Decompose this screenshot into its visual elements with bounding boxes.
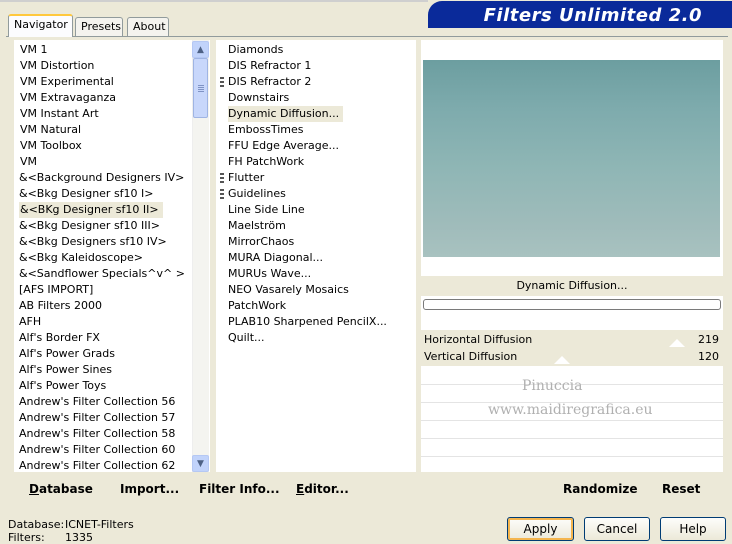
category-item[interactable]: &<BKg Designer sf10 II>: [19, 202, 163, 218]
scrollbar-thumb[interactable]: [193, 58, 208, 118]
tab-divider: [6, 36, 728, 37]
scroll-up-button[interactable]: ▲: [192, 41, 209, 58]
reset-button[interactable]: Reset: [662, 482, 700, 496]
title-bar-line: [0, 0, 428, 2]
database-button[interactable]: Database: [29, 482, 93, 496]
filter-item[interactable]: FFU Edge Average...: [228, 138, 339, 154]
filter-item[interactable]: Downstairs: [228, 90, 289, 106]
tab-about[interactable]: About: [127, 17, 169, 36]
tab-presets[interactable]: Presets: [75, 17, 123, 36]
filter-info-button[interactable]: Filter Info...: [199, 482, 280, 496]
category-item[interactable]: VM Experimental: [20, 74, 114, 90]
category-item[interactable]: &<Bkg Kaleidoscope>: [19, 250, 143, 266]
filters-count-label: Filters:: [8, 531, 45, 544]
filter-item[interactable]: Maelström: [228, 218, 286, 234]
database-value: ICNET-Filters: [65, 518, 134, 531]
filter-item[interactable]: DIS Refractor 2: [228, 74, 311, 90]
category-item[interactable]: &<Bkg Designers sf10 IV>: [19, 234, 167, 250]
editor-button[interactable]: Editor...: [296, 482, 349, 496]
category-item[interactable]: Andrew's Filter Collection 57: [19, 410, 175, 426]
import-button[interactable]: Import...: [120, 482, 179, 496]
filter-item[interactable]: NEO Vasarely Mosaics: [228, 282, 349, 298]
chevron-down-icon: ▼: [197, 458, 204, 469]
filter-item[interactable]: EmbossTimes: [228, 122, 304, 138]
category-item[interactable]: VM: [20, 154, 37, 170]
category-item[interactable]: Andrew's Filter Collection 56: [19, 394, 175, 410]
current-filter-label: Dynamic Diffusion...: [421, 276, 723, 296]
param-value: 120: [698, 350, 719, 363]
category-item[interactable]: VM Natural: [20, 122, 81, 138]
filter-item[interactable]: Line Side Line: [228, 202, 305, 218]
category-item[interactable]: [AFS IMPORT]: [19, 282, 93, 298]
preview-image: [423, 60, 720, 257]
category-item[interactable]: Alf's Border FX: [19, 330, 100, 346]
filter-item[interactable]: Flutter: [228, 170, 264, 186]
category-item[interactable]: VM 1: [20, 42, 48, 58]
database-label: Database:: [8, 518, 65, 531]
slider-thumb[interactable]: [554, 356, 570, 364]
filter-item[interactable]: Quilt...: [228, 330, 265, 346]
filter-item[interactable]: FH PatchWork: [228, 154, 304, 170]
category-item[interactable]: AB Filters 2000: [19, 298, 102, 314]
chevron-up-icon: ▲: [197, 44, 204, 55]
filter-item[interactable]: Dynamic Diffusion...: [228, 106, 344, 122]
filter-marker-icon: [220, 173, 224, 184]
progress-bar: [423, 299, 721, 310]
filter-item[interactable]: MirrorChaos: [228, 234, 294, 250]
category-item[interactable]: Alf's Power Grads: [19, 346, 115, 362]
filter-list[interactable]: Diamonds DIS Refractor 1 DIS Refractor 2 Do…: [216, 40, 416, 472]
slider-thumb[interactable]: [669, 339, 685, 347]
category-item[interactable]: &<Bkg Designer sf10 I>: [19, 186, 154, 202]
watermark-name: Pinuccia: [522, 378, 583, 394]
filter-item[interactable]: PatchWork: [228, 298, 286, 314]
watermark-url: www.maidiregrafica.eu: [488, 402, 653, 418]
category-item[interactable]: VM Extravaganza: [20, 90, 116, 106]
filter-marker-icon: [220, 189, 224, 200]
category-item[interactable]: Alf's Power Sines: [19, 362, 112, 378]
param-value: 219: [698, 333, 719, 346]
filter-item[interactable]: Guidelines: [228, 186, 286, 202]
filter-item[interactable]: PLAB10 Sharpened PencilX...: [228, 314, 387, 330]
category-item[interactable]: &<Bkg Designer sf10 III>: [19, 218, 160, 234]
help-button[interactable]: Help: [660, 517, 726, 541]
category-item[interactable]: Andrew's Filter Collection 60: [19, 442, 175, 458]
category-list[interactable]: VM 1 VM Distortion VM Experimental VM Extra…: [14, 40, 210, 472]
cancel-button[interactable]: Cancel: [584, 517, 650, 541]
slider-vertical-diffusion[interactable]: Vertical Diffusion 120: [421, 348, 723, 365]
category-item[interactable]: VM Instant Art: [20, 106, 99, 122]
category-item[interactable]: AFH: [19, 314, 41, 330]
randomize-button[interactable]: Randomize: [563, 482, 637, 496]
apply-button[interactable]: Apply: [507, 517, 574, 541]
category-item[interactable]: Andrew's Filter Collection 62: [19, 458, 175, 472]
category-item[interactable]: Alf's Power Toys: [19, 378, 106, 394]
filter-item[interactable]: MURUs Wave...: [228, 266, 311, 282]
scroll-down-button[interactable]: ▼: [192, 455, 209, 472]
filter-marker-icon: [220, 77, 224, 88]
param-label: Vertical Diffusion: [424, 350, 518, 363]
category-item[interactable]: &<Sandflower Specials^v^ >: [19, 266, 185, 282]
param-label: Horizontal Diffusion: [424, 333, 533, 346]
category-item[interactable]: &<Background Designers IV>: [19, 170, 184, 186]
category-item[interactable]: VM Distortion: [20, 58, 94, 74]
filter-item[interactable]: DIS Refractor 1: [228, 58, 311, 74]
filter-item[interactable]: MURA Diagonal...: [228, 250, 323, 266]
filter-item[interactable]: Diamonds: [228, 42, 283, 58]
category-item[interactable]: VM Toolbox: [20, 138, 82, 154]
tab-navigator[interactable]: Navigator: [8, 14, 73, 37]
category-item[interactable]: Andrew's Filter Collection 58: [19, 426, 175, 442]
filters-count-value: 1335: [65, 531, 93, 544]
app-title-banner: Filters Unlimited 2.0: [428, 4, 732, 28]
